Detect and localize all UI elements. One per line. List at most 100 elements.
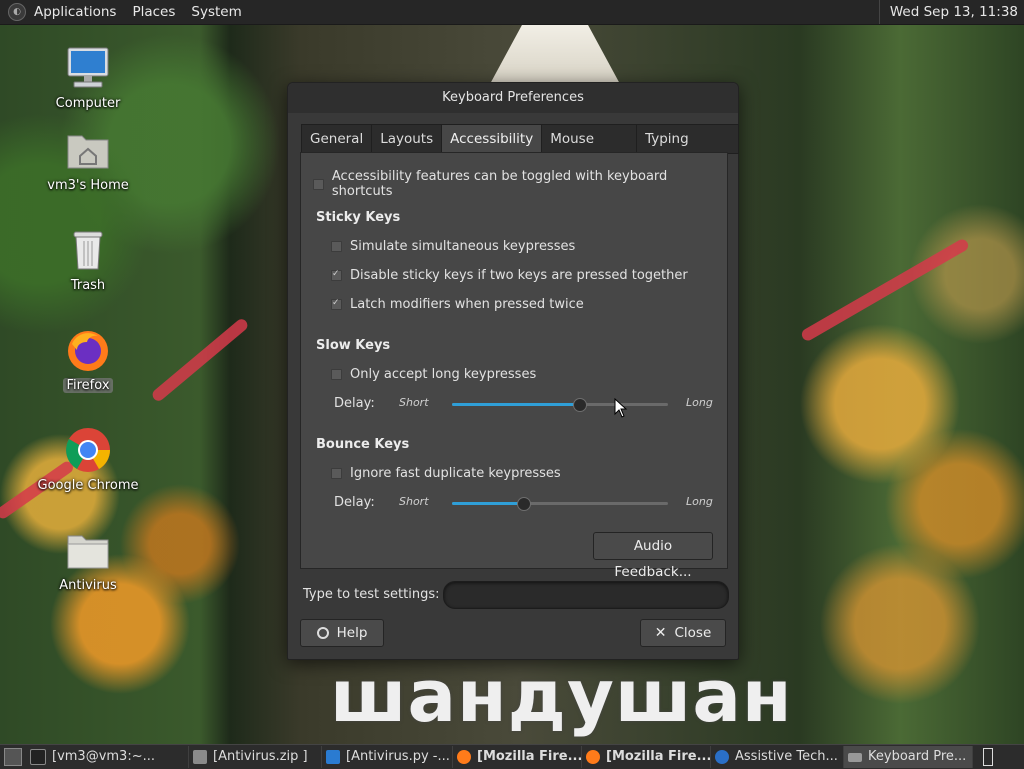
tab-mouse-keys[interactable]: Mouse Keys bbox=[541, 124, 638, 175]
task-label: [Antivirus.zip ] bbox=[213, 749, 308, 764]
close-icon: ✕ bbox=[654, 625, 667, 641]
checkbox[interactable] bbox=[331, 468, 342, 479]
task-label: Keyboard Pre... bbox=[868, 749, 967, 764]
menu-system[interactable]: System bbox=[191, 4, 241, 20]
keyboard-preferences-dialog: Keyboard Preferences General Layouts Acc… bbox=[287, 82, 739, 660]
vscode-icon bbox=[326, 750, 340, 764]
ignore-duplicate-checkbox[interactable]: Ignore fast duplicate keypresses bbox=[331, 466, 561, 481]
slow-keys-heading: Slow Keys bbox=[316, 338, 391, 353]
tab-layouts[interactable]: Layouts bbox=[371, 124, 443, 154]
task-assistive-tech[interactable]: Assistive Tech... bbox=[711, 746, 844, 768]
bottom-taskbar: [vm3@vm3:~... [Antivirus.zip ] [Antiviru… bbox=[0, 744, 1024, 769]
checkbox-label: Simulate simultaneous keypresses bbox=[350, 239, 576, 254]
checkbox[interactable] bbox=[313, 178, 324, 190]
workspace-switcher[interactable] bbox=[983, 748, 993, 766]
slow-keys-delay-slider[interactable] bbox=[452, 398, 668, 412]
bounce-delay-min: Short bbox=[399, 495, 429, 508]
keyboard-icon bbox=[848, 752, 862, 762]
panel-clock[interactable]: Wed Sep 13, 11:38 bbox=[878, 0, 1024, 24]
long-keypresses-checkbox[interactable]: Only accept long keypresses bbox=[331, 367, 536, 382]
dialog-title[interactable]: Keyboard Preferences bbox=[288, 83, 738, 113]
firefox-icon bbox=[586, 750, 600, 764]
terminal-icon bbox=[30, 749, 46, 765]
task-label: [vm3@vm3:~... bbox=[52, 749, 155, 764]
top-panel: ◐ Applications Places System Wed Sep 13,… bbox=[0, 0, 1024, 25]
tab-bar: General Layouts Accessibility Mouse Keys… bbox=[301, 124, 739, 175]
computer-icon bbox=[64, 44, 112, 92]
latch-modifiers-checkbox[interactable]: Latch modifiers when pressed twice bbox=[331, 297, 584, 312]
checkbox-label: Disable sticky keys if two keys are pres… bbox=[350, 268, 688, 283]
task-firefox-2[interactable]: [Mozilla Fire... bbox=[582, 746, 711, 768]
tab-general[interactable]: General bbox=[301, 124, 373, 154]
tab-typing-break[interactable]: Typing Break bbox=[636, 124, 739, 175]
slider-fill bbox=[452, 403, 580, 406]
simulate-keypresses-checkbox[interactable]: Simulate simultaneous keypresses bbox=[331, 239, 575, 254]
checkbox-label: Ignore fast duplicate keypresses bbox=[350, 466, 561, 481]
desktop-icon-label: vm3's Home bbox=[47, 178, 129, 193]
home-folder-icon bbox=[64, 126, 112, 174]
disable-sticky-checkbox[interactable]: Disable sticky keys if two keys are pres… bbox=[331, 268, 688, 283]
checkbox[interactable] bbox=[331, 270, 342, 281]
help-icon bbox=[316, 627, 329, 639]
accessibility-panel: Accessibility features can be toggled wi… bbox=[300, 152, 728, 580]
slow-delay-min: Short bbox=[399, 396, 429, 409]
checkbox[interactable] bbox=[331, 369, 342, 380]
task-label: Assistive Tech... bbox=[735, 749, 838, 764]
task-label: [Antivirus.py -... bbox=[346, 749, 450, 764]
distro-logo-icon[interactable]: ◐ bbox=[8, 3, 26, 21]
show-desktop-icon[interactable] bbox=[4, 748, 22, 766]
bounce-delay-max: Long bbox=[686, 495, 713, 508]
slider-handle[interactable] bbox=[517, 497, 532, 511]
accessibility-icon bbox=[715, 750, 729, 764]
desktop-icon-home[interactable]: vm3's Home bbox=[28, 126, 148, 193]
help-button[interactable]: Help bbox=[300, 619, 384, 647]
task-label: [Mozilla Fire... bbox=[606, 749, 711, 764]
task-vscode[interactable]: [Antivirus.py -... bbox=[322, 746, 453, 768]
trash-icon bbox=[64, 226, 112, 274]
desktop-icon-computer[interactable]: Computer bbox=[28, 44, 148, 111]
checkbox-label: Latch modifiers when pressed twice bbox=[350, 297, 584, 312]
sticky-keys-heading: Sticky Keys bbox=[316, 210, 401, 225]
task-label: [Mozilla Fire... bbox=[477, 749, 582, 764]
wallpaper-arrow-left bbox=[150, 316, 250, 404]
bounce-keys-delay-slider[interactable] bbox=[452, 497, 668, 511]
firefox-icon bbox=[457, 750, 471, 764]
toggle-shortcuts-checkbox[interactable]: Accessibility features can be toggled wi… bbox=[313, 169, 727, 199]
slider-fill bbox=[452, 502, 524, 505]
slider-handle[interactable] bbox=[573, 398, 588, 412]
task-keyboard-preferences[interactable]: Keyboard Pre... bbox=[844, 746, 973, 768]
audio-feedback-button[interactable]: Audio Feedback... bbox=[593, 532, 713, 580]
menu-places[interactable]: Places bbox=[132, 4, 175, 20]
task-terminal[interactable]: [vm3@vm3:~... bbox=[26, 746, 189, 768]
checkbox-label: Accessibility features can be toggled wi… bbox=[331, 169, 668, 199]
firefox-icon bbox=[64, 326, 112, 374]
desktop-icon-label: Antivirus bbox=[59, 578, 117, 593]
desktop-icon-antivirus[interactable]: Antivirus bbox=[28, 526, 148, 593]
bounce-keys-heading: Bounce Keys bbox=[316, 437, 410, 452]
archive-icon bbox=[193, 750, 207, 764]
wallpaper-figure bbox=[490, 24, 620, 84]
checkbox[interactable] bbox=[331, 241, 342, 252]
slow-delay-label: Delay: bbox=[334, 396, 375, 411]
slow-delay-max: Long bbox=[686, 396, 713, 409]
folder-icon bbox=[64, 526, 112, 574]
test-settings-label: Type to test settings: bbox=[303, 587, 440, 602]
desktop-icon-chrome[interactable]: Google Chrome bbox=[28, 426, 148, 493]
desktop-icon-label: Google Chrome bbox=[37, 478, 139, 493]
tab-accessibility[interactable]: Accessibility bbox=[441, 124, 543, 154]
desktop-icon-trash[interactable]: Trash bbox=[28, 226, 148, 293]
menu-applications[interactable]: Applications bbox=[34, 4, 116, 20]
checkbox-label: Only accept long keypresses bbox=[350, 367, 537, 382]
desktop-icon-label: Computer bbox=[55, 96, 121, 111]
desktop-icon-firefox[interactable]: Firefox bbox=[28, 326, 148, 393]
close-button[interactable]: ✕ Close bbox=[640, 619, 726, 647]
wallpaper-text: шандушан bbox=[330, 654, 793, 738]
test-settings-input[interactable] bbox=[443, 581, 729, 609]
desktop-icon-label: Firefox bbox=[63, 378, 113, 393]
task-archive[interactable]: [Antivirus.zip ] bbox=[189, 746, 322, 768]
chrome-icon bbox=[64, 426, 112, 474]
bounce-delay-label: Delay: bbox=[334, 495, 375, 510]
checkbox[interactable] bbox=[331, 299, 342, 310]
task-firefox-1[interactable]: [Mozilla Fire... bbox=[453, 746, 582, 768]
close-button-label: Close bbox=[674, 625, 712, 641]
